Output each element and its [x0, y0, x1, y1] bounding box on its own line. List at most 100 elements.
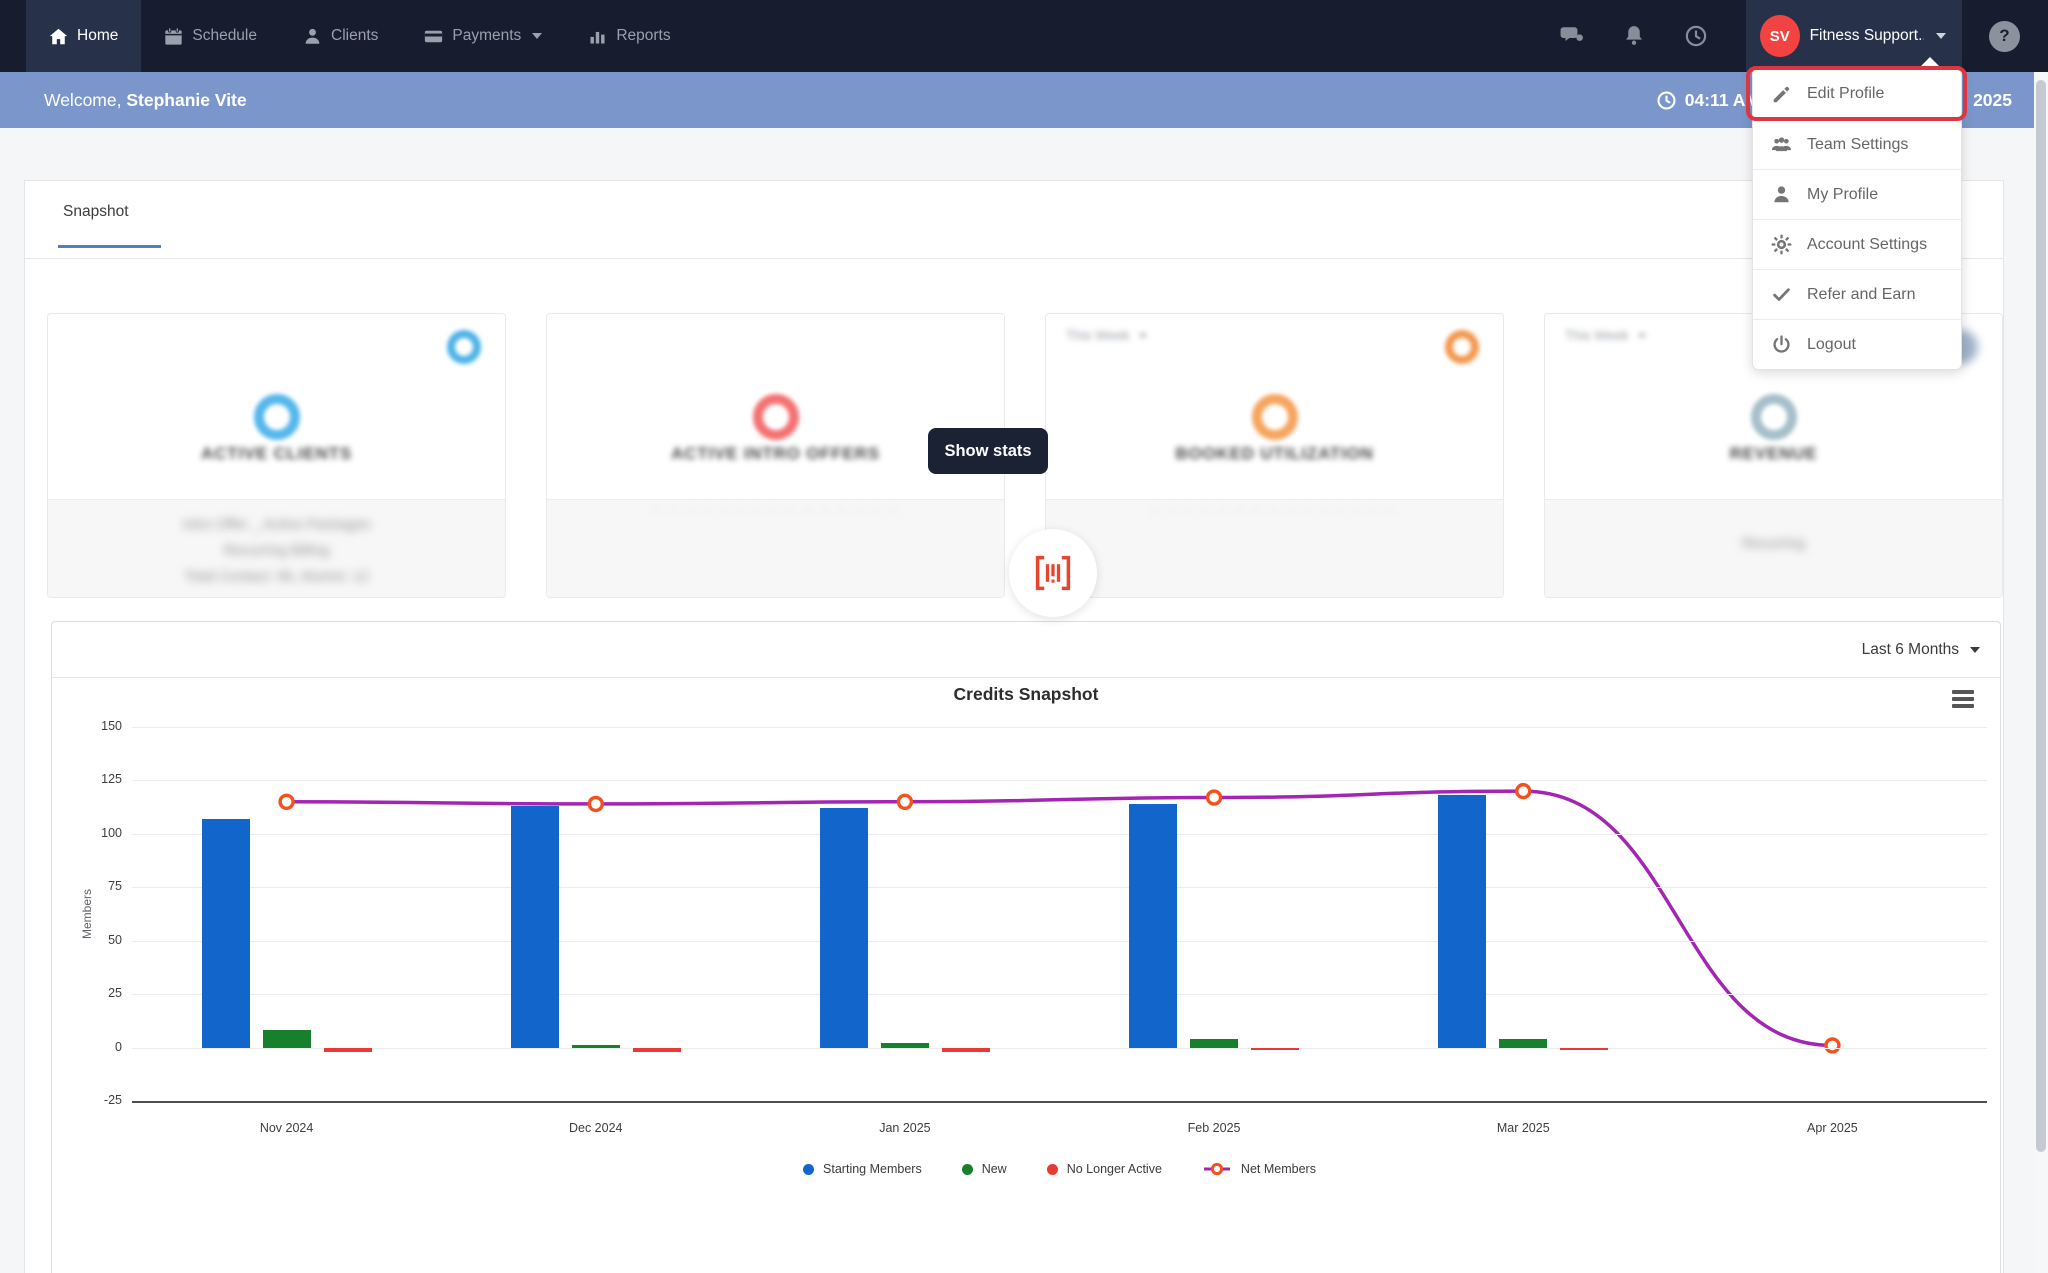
menu-item-account-settings[interactable]: Account Settings [1753, 219, 1961, 269]
power-icon [1771, 334, 1792, 355]
bar-no-longer-active[interactable] [1560, 1048, 1608, 1050]
clock-icon[interactable] [1684, 24, 1708, 48]
bar-new[interactable] [1190, 1039, 1238, 1048]
legend-line-marker-icon [1202, 1162, 1232, 1176]
welcome-user-name: Stephanie Vite [126, 90, 246, 110]
show-stats-button[interactable]: Show stats [928, 428, 1048, 474]
loading-spinner [1751, 394, 1797, 440]
stat-card-footer: – – – – – – – – – – – – – – – [1046, 499, 1503, 597]
page-scrollbar-thumb[interactable] [2036, 80, 2046, 1152]
calendar-icon [164, 27, 183, 46]
barcode-scan-button[interactable] [1009, 529, 1097, 617]
page-scrollbar-track [2034, 72, 2048, 1273]
menu-item-label: Edit Profile [1807, 85, 1884, 103]
x-axis-line [132, 1101, 1987, 1103]
x-axis-labels: Nov 2024Dec 2024Jan 2025Feb 2025Mar 2025… [132, 1121, 1987, 1141]
gear-icon[interactable] [447, 330, 481, 364]
nav-item-clients[interactable]: Clients [280, 0, 401, 72]
menu-item-logout[interactable]: Logout [1753, 319, 1961, 369]
net-members-line [132, 727, 1987, 1101]
user-name: Fitness Support... [1810, 27, 1924, 45]
nav-item-reports[interactable]: Reports [565, 0, 693, 72]
menu-item-label: Refer and Earn [1807, 286, 1916, 304]
nav-item-home[interactable]: Home [26, 0, 141, 72]
footer-line: Recurring Billing [48, 538, 505, 564]
nav-item-schedule[interactable]: Schedule [141, 0, 280, 72]
period-dropdown[interactable]: This Week [1066, 328, 1148, 343]
net-members-marker[interactable] [1208, 791, 1221, 804]
legend-dot-icon [962, 1164, 973, 1175]
x-tick-label: Feb 2025 [1144, 1121, 1284, 1135]
menu-item-team-settings[interactable]: Team Settings [1753, 119, 1961, 169]
stat-footer-lines: Intro Offer _ Active Packages Recurring … [48, 500, 505, 590]
clients-icon [303, 27, 322, 46]
bar-new[interactable] [572, 1045, 620, 1047]
menu-item-label: Logout [1807, 336, 1856, 354]
stat-card-footer: Recurring [1545, 499, 2002, 597]
stat-card-booked-utilization: This Week BOOKED UTILIZATION – – – – – –… [1045, 313, 1504, 598]
net-members-marker[interactable] [1826, 1039, 1839, 1052]
main-content-card: Snapshot ACTIVE CLIENTS Intro Offer _ Ac… [24, 180, 2004, 1273]
chart-plot-area [132, 727, 1987, 1101]
help-button[interactable]: ? [1989, 21, 2020, 52]
menu-item-label: My Profile [1807, 186, 1878, 204]
chevron-down-icon [532, 33, 542, 39]
welcome-message: Welcome, Stephanie Vite [44, 90, 247, 111]
bar-starting-members[interactable] [511, 806, 559, 1047]
bar-starting-members[interactable] [1438, 795, 1486, 1047]
nav-label: Reports [616, 27, 670, 45]
check-icon [1771, 284, 1792, 305]
profile-dropdown-menu: Edit Profile Team Settings My Profile Ac… [1752, 68, 1962, 370]
tab-active-underline [58, 245, 161, 248]
clock-icon [1656, 90, 1677, 111]
loading-spinner [254, 394, 300, 440]
gear-icon [1771, 234, 1792, 255]
tab-snapshot[interactable]: Snapshot [63, 203, 129, 221]
chart-period-dropdown[interactable]: Last 6 Months [1862, 641, 1980, 659]
bar-no-longer-active[interactable] [324, 1048, 372, 1052]
bar-starting-members[interactable] [1129, 804, 1177, 1048]
y-tick-label: 75 [68, 879, 122, 893]
nav-item-payments[interactable]: Payments [401, 0, 565, 72]
period-label: This Week [1565, 328, 1629, 343]
team-icon [1771, 134, 1792, 155]
bell-icon[interactable] [1622, 24, 1646, 48]
gear-icon[interactable] [1445, 330, 1479, 364]
nav-label: Clients [331, 27, 378, 45]
net-members-marker[interactable] [1517, 785, 1530, 798]
net-members-marker[interactable] [280, 795, 293, 808]
net-members-marker[interactable] [898, 795, 911, 808]
chart-menu-icon[interactable] [1952, 690, 1974, 711]
stat-card-title: REVENUE [1545, 444, 2002, 464]
chat-icon[interactable] [1560, 24, 1584, 48]
bar-no-longer-active[interactable] [633, 1048, 681, 1052]
current-time: 04:11 AM [1656, 90, 1760, 111]
barcode-scan-icon [1031, 551, 1075, 595]
pencil-icon [1771, 84, 1792, 105]
menu-item-refer-and-earn[interactable]: Refer and Earn [1753, 269, 1961, 319]
bar-starting-members[interactable] [202, 819, 250, 1048]
y-tick-label: -25 [68, 1093, 122, 1107]
x-tick-label: Dec 2024 [526, 1121, 666, 1135]
bar-no-longer-active[interactable] [942, 1048, 990, 1052]
footer-line: Recurring [1545, 500, 2002, 552]
x-tick-label: Nov 2024 [217, 1121, 357, 1135]
bar-starting-members[interactable] [820, 808, 868, 1047]
bar-new[interactable] [881, 1043, 929, 1047]
main-nav: Home Schedule Clients Payments Reports [26, 0, 694, 72]
bar-new[interactable] [1499, 1039, 1547, 1048]
y-tick-label: 0 [68, 1040, 122, 1054]
chevron-down-icon [1936, 33, 1946, 39]
grid-line [132, 994, 1987, 995]
stat-card-footer: Intro Offer _ Active Packages Recurring … [48, 499, 505, 597]
period-dropdown[interactable]: This Week [1565, 328, 1647, 343]
net-members-marker[interactable] [589, 797, 602, 810]
grid-line [132, 834, 1987, 835]
y-tick-label: 25 [68, 986, 122, 1000]
legend-label: Starting Members [823, 1162, 922, 1176]
bar-no-longer-active[interactable] [1251, 1048, 1299, 1050]
bar-new[interactable] [263, 1030, 311, 1047]
stat-card-footer: – – – – – – – – – – – – – – – [547, 499, 1004, 597]
menu-item-my-profile[interactable]: My Profile [1753, 169, 1961, 219]
menu-item-edit-profile[interactable]: Edit Profile [1753, 69, 1961, 119]
